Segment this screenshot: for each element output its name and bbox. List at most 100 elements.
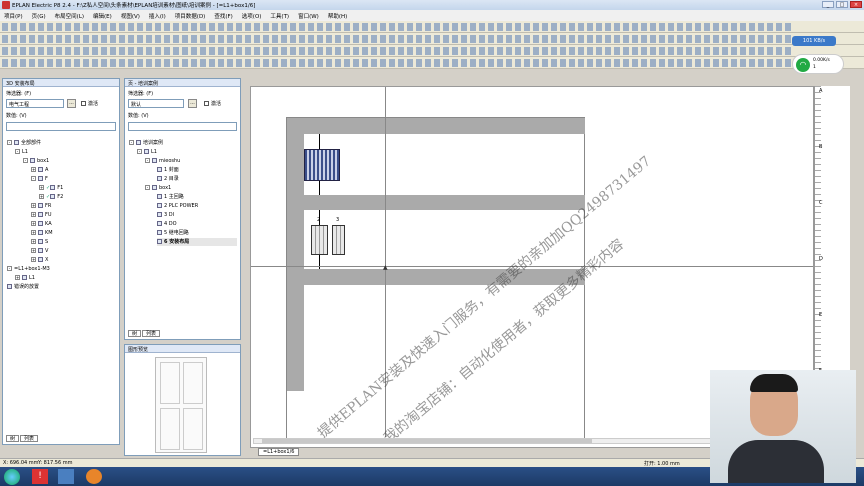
menu-project[interactable]: 项目(P) [4, 12, 23, 20]
tree-item[interactable]: - 全部部件 [7, 139, 41, 147]
minimize-button[interactable]: _ [822, 1, 834, 8]
folder-icon [7, 284, 12, 289]
tab-list[interactable]: 列表 [142, 330, 161, 337]
menu-insert[interactable]: 插入(I) [149, 12, 166, 20]
activate-checkbox[interactable]: 激活 [81, 100, 98, 107]
filter-label: 筛选器: (F) [128, 91, 154, 97]
taskbar-app-icon[interactable] [58, 469, 74, 484]
tree-item[interactable]: + L1 [15, 274, 35, 282]
person-shoulders [728, 440, 824, 483]
page-icon [157, 221, 162, 226]
middle-wire-duct [304, 195, 585, 210]
tree-item[interactable]: + FU [31, 211, 52, 219]
folder-icon [144, 149, 149, 154]
tree-item[interactable]: 1 主回路 [157, 193, 184, 201]
ruler-label: C [819, 200, 823, 206]
tree-item[interactable]: + KM [31, 229, 53, 237]
menu-page[interactable]: 页(G) [32, 12, 46, 20]
component-icon [50, 185, 56, 190]
breaker-F1[interactable] [311, 225, 328, 255]
toolbar-row-2[interactable] [0, 33, 864, 45]
menu-tools[interactable]: 工具(T) [270, 12, 289, 20]
ruler-label: E [819, 312, 823, 318]
menu-find[interactable]: 查找(F) [214, 12, 232, 20]
graphic-preview-panel: 图形预览 [124, 344, 241, 456]
page-tree: - 培训案例 - L1 - mieoshu 1 封面 2 目录 - box1 1 主回路… [127, 137, 239, 327]
tab-list[interactable]: 列表 [20, 435, 39, 442]
menu-project-data[interactable]: 项目数据(D) [175, 12, 206, 20]
value-input[interactable] [6, 122, 116, 131]
component-icon [38, 212, 43, 217]
tree-item[interactable]: - =L1+box1-M3 [7, 265, 50, 273]
tree-item[interactable]: + A [31, 166, 48, 174]
upload-speed: 0.00K/s [813, 58, 830, 63]
filter-select[interactable]: 电气工程 [6, 99, 64, 108]
toolbar-icons[interactable] [2, 35, 794, 43]
ruler-label: D [819, 256, 823, 262]
tree-item[interactable]: 2 目录 [157, 175, 179, 183]
tree-item[interactable]: - box1 [145, 184, 171, 192]
tree-item[interactable]: - L1 [15, 148, 28, 156]
menu-window[interactable]: 窗口(W) [298, 12, 319, 20]
tree-item-selected[interactable]: 6 安装布局 [157, 238, 237, 246]
person-hair [750, 374, 798, 392]
tree-item[interactable]: 1 封面 [157, 166, 179, 174]
menu-help[interactable]: 帮助(H) [328, 12, 347, 20]
eplan-app-icon [2, 1, 10, 9]
tree-item[interactable]: + ✓ F2 [39, 193, 63, 201]
component-block-A[interactable] [304, 149, 340, 181]
start-button[interactable] [4, 469, 20, 485]
menu-view[interactable]: 视图(V) [121, 12, 140, 20]
filter-more-button[interactable]: ... [67, 99, 76, 108]
filter-select[interactable]: 默认 [128, 99, 184, 108]
tree-item[interactable]: 4 DO [157, 220, 177, 228]
tree-item[interactable]: + FR [31, 202, 51, 210]
tab-tree[interactable]: 树 [128, 330, 142, 337]
tree-item[interactable]: 错误的放置 [7, 283, 39, 291]
panel-title: 图形预览 [125, 345, 240, 353]
tree-item[interactable]: 3 DI [157, 211, 174, 219]
tree-item[interactable]: 2 PLC POWER [157, 202, 198, 210]
toolbar-row-1[interactable] [0, 21, 864, 33]
tree-item[interactable]: + V [31, 247, 48, 255]
tree-item[interactable]: - mieoshu [145, 157, 180, 165]
tree-item[interactable]: - 培训案例 [129, 139, 163, 147]
page-tab[interactable]: =L1+box1/6 [258, 448, 300, 456]
page-icon [157, 176, 162, 181]
toolbar-icons[interactable] [2, 23, 794, 31]
tree-item[interactable]: -F [31, 175, 48, 183]
bottom-wire-duct [304, 269, 585, 285]
tab-tree[interactable]: 树 [6, 435, 20, 442]
tree-item[interactable]: - box1 [23, 157, 49, 165]
component-icon [38, 203, 43, 208]
folder-icon [14, 140, 19, 145]
warning-app-icon[interactable]: ! [32, 469, 48, 484]
tree-item[interactable]: + S [31, 238, 48, 246]
menu-layout-space[interactable]: 布局空间(L) [55, 12, 84, 20]
toolbar-row-4[interactable] [0, 57, 864, 69]
value-input[interactable] [128, 122, 237, 131]
filter-more-button[interactable]: ... [188, 99, 197, 108]
maximize-button[interactable]: □ [836, 1, 848, 8]
browser-icon[interactable] [86, 469, 102, 484]
menu-options[interactable]: 选项(O) [242, 12, 262, 20]
toolbar-icons[interactable] [2, 59, 794, 67]
network-widget[interactable]: ◠ 0.00K/s 1 [792, 54, 844, 74]
menu-edit[interactable]: 编辑(E) [93, 12, 112, 20]
toolbar-icons[interactable] [2, 47, 794, 55]
scrollbar-thumb[interactable] [262, 439, 592, 443]
folder-icon [22, 275, 27, 280]
tree-item[interactable]: + ✓ F1 [39, 184, 63, 192]
preview-image [155, 357, 207, 453]
checkbox-icon [204, 101, 209, 106]
activate-checkbox[interactable]: 激活 [204, 100, 221, 107]
filter-label: 筛选器: (F) [6, 91, 32, 97]
tree-item[interactable]: + X [31, 256, 48, 264]
toolbar-row-3[interactable] [0, 45, 864, 57]
close-button[interactable]: × [850, 1, 862, 8]
component-icon [38, 239, 43, 244]
tree-item[interactable]: 5 继电回路 [157, 229, 189, 237]
tree-item[interactable]: + KA [31, 220, 52, 228]
tree-item[interactable]: - L1 [137, 148, 157, 156]
breaker-F2[interactable] [332, 225, 345, 255]
